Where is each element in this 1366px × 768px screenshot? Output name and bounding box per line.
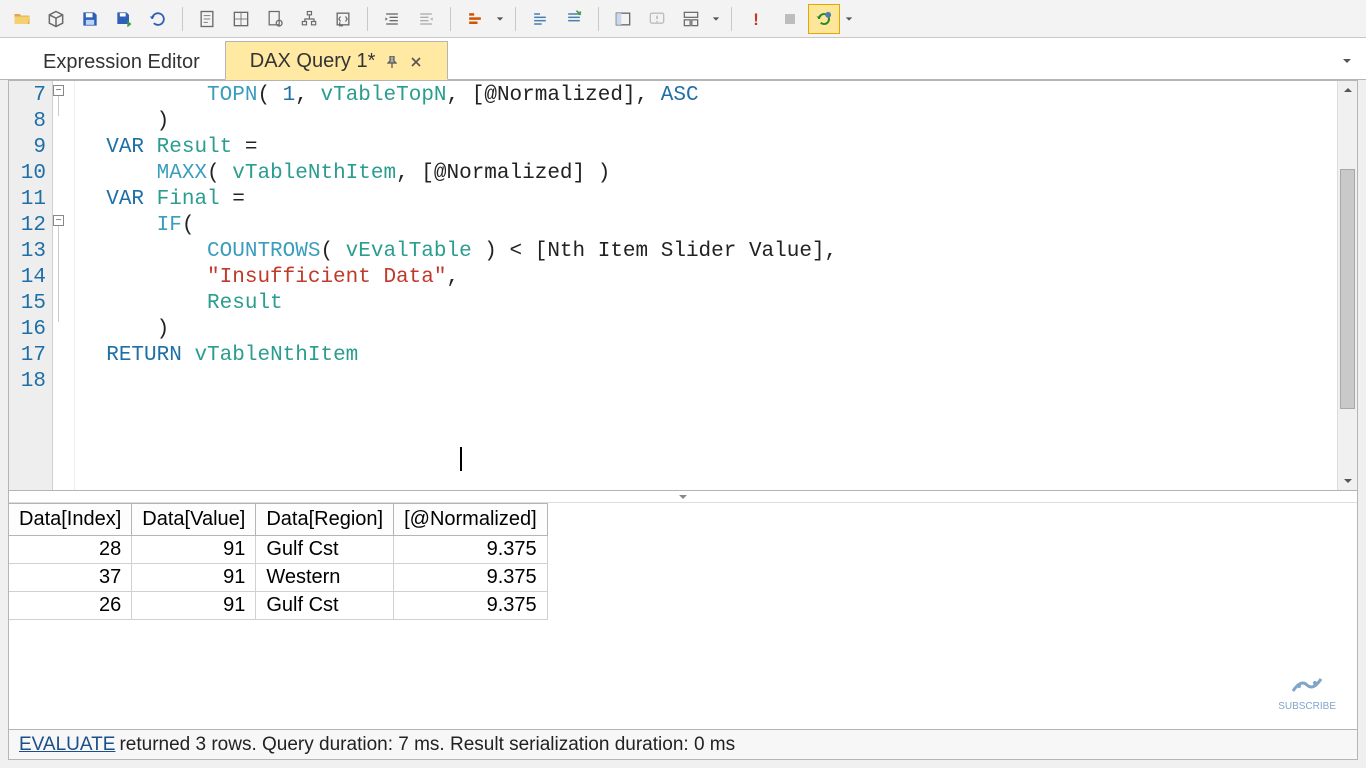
hierarchy-button[interactable] [293, 4, 325, 34]
run-dropdown[interactable] [842, 15, 856, 23]
table-cell: 9.375 [394, 564, 548, 592]
results-table: Data[Index]Data[Value]Data[Region][@Norm… [9, 503, 548, 620]
panel-button[interactable] [607, 4, 639, 34]
uncomment-button[interactable] [558, 4, 590, 34]
editor-scrollbar[interactable] [1337, 81, 1357, 490]
code-body[interactable]: TOPN( 1, vTableTopN, [@Normalized], ASC … [75, 81, 1337, 490]
indent-left-button[interactable] [376, 4, 408, 34]
format-dropdown[interactable] [493, 15, 507, 23]
run-refresh-button[interactable] [808, 4, 840, 34]
status-bar: EVALUATE returned 3 rows. Query duration… [9, 729, 1357, 759]
toolbar-separator [450, 7, 451, 31]
text-caret [460, 447, 462, 471]
code-editor[interactable]: 789101112131415161718 − − TOPN( 1, vTabl… [9, 81, 1357, 491]
open-folder-button[interactable] [6, 4, 38, 34]
table-row[interactable]: 2891Gulf Cst9.375 [9, 536, 547, 564]
script-button[interactable] [327, 4, 359, 34]
toolbar-separator [598, 7, 599, 31]
work-area: 789101112131415161718 − − TOPN( 1, vTabl… [8, 80, 1358, 760]
subscribe-watermark: SUBSCRIBE [1278, 671, 1336, 712]
svg-text:!: ! [753, 9, 759, 28]
tab-strip: Expression Editor DAX Query 1* [0, 38, 1366, 80]
column-header[interactable]: Data[Index] [9, 504, 132, 536]
pin-icon[interactable] [385, 55, 399, 69]
table-cell: Gulf Cst [256, 536, 394, 564]
table-cell: Western [256, 564, 394, 592]
column-header[interactable]: [@Normalized] [394, 504, 548, 536]
table-cell: 91 [132, 536, 256, 564]
cube-button[interactable] [40, 4, 72, 34]
pane-splitter[interactable] [9, 491, 1357, 503]
grid-button[interactable] [225, 4, 257, 34]
stop-button[interactable] [774, 4, 806, 34]
status-text: returned 3 rows. Query duration: 7 ms. R… [119, 734, 735, 756]
save-as-button[interactable] [108, 4, 140, 34]
close-icon[interactable] [409, 55, 423, 69]
table-cell: 9.375 [394, 592, 548, 620]
format-button[interactable] [459, 4, 491, 34]
warning-button[interactable]: ! [740, 4, 772, 34]
table-row[interactable]: 2691Gulf Cst9.375 [9, 592, 547, 620]
comment-button[interactable] [524, 4, 556, 34]
page-button[interactable] [191, 4, 223, 34]
fold-column[interactable]: − − [53, 81, 75, 490]
results-pane[interactable]: Data[Index]Data[Value]Data[Region][@Norm… [9, 503, 1357, 729]
table-cell: 91 [132, 564, 256, 592]
layout-dropdown[interactable] [709, 15, 723, 23]
toolbar-separator [731, 7, 732, 31]
table-cell: 26 [9, 592, 132, 620]
tab-label: Expression Editor [43, 51, 200, 74]
tab-label: DAX Query 1* [250, 50, 376, 73]
toolbar-separator [182, 7, 183, 31]
message-button[interactable] [641, 4, 673, 34]
toolbar: ! [0, 0, 1366, 38]
column-header[interactable]: Data[Region] [256, 504, 394, 536]
column-header[interactable]: Data[Value] [132, 504, 256, 536]
status-evaluate-link[interactable]: EVALUATE [19, 734, 115, 756]
tabs-overflow-dropdown[interactable] [1342, 52, 1352, 70]
toolbar-separator [515, 7, 516, 31]
table-row[interactable]: 3791Western9.375 [9, 564, 547, 592]
page-tool-button[interactable] [259, 4, 291, 34]
tab-dax-query[interactable]: DAX Query 1* [225, 41, 449, 80]
save-button[interactable] [74, 4, 106, 34]
tab-expression-editor[interactable]: Expression Editor [18, 42, 225, 80]
toolbar-separator [367, 7, 368, 31]
line-number-gutter: 789101112131415161718 [9, 81, 53, 490]
refresh-button[interactable] [142, 4, 174, 34]
layout-button[interactable] [675, 4, 707, 34]
table-cell: Gulf Cst [256, 592, 394, 620]
table-cell: 9.375 [394, 536, 548, 564]
scroll-up-icon[interactable] [1338, 81, 1357, 99]
table-cell: 28 [9, 536, 132, 564]
table-cell: 37 [9, 564, 132, 592]
indent-right-button[interactable] [410, 4, 442, 34]
table-cell: 91 [132, 592, 256, 620]
scroll-down-icon[interactable] [1338, 472, 1357, 490]
scroll-thumb[interactable] [1340, 169, 1355, 409]
